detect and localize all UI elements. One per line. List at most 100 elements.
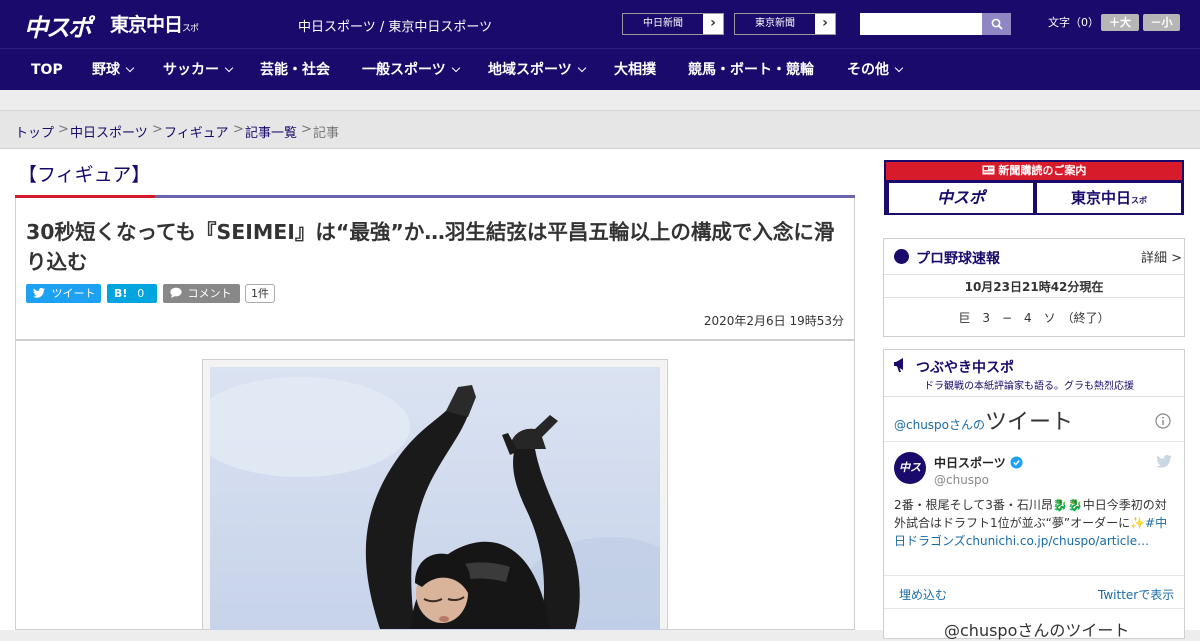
divider <box>884 396 1184 397</box>
tokyo-logo-main: 東京中日 <box>110 14 183 36</box>
avatar[interactable]: 中スポ <box>894 452 926 506</box>
baseball-icon <box>894 249 909 264</box>
chevron-down-icon <box>451 63 460 73</box>
tokyo-chunichi-logo[interactable]: 東京中日スポ <box>110 10 199 37</box>
nav-label: 野球 <box>92 62 120 78</box>
baseball-score[interactable]: 巨 3 − 4 ソ （終了） <box>884 309 1184 326</box>
subscribe-tokyo-small: スポ <box>1131 196 1147 205</box>
tweets-owner[interactable]: @chuspoさんの <box>894 418 985 432</box>
subscribe-tokyo-chunichi[interactable]: 東京中日スポ <box>1037 183 1181 213</box>
comment-count-badge[interactable]: 1件 <box>245 284 275 303</box>
chunichi-shimbun-link[interactable]: 中日新聞 › <box>622 13 724 35</box>
font-larger-button[interactable]: ＋大 <box>1101 14 1139 31</box>
breadcrumb-current: 記事 <box>313 126 340 141</box>
main-nav: TOP 野球 サッカー 芸能・社会 一般スポーツ 地域スポーツ 大相撲 競馬・ボ… <box>0 48 1200 90</box>
breadcrumb: トップ > 中日スポーツ > フィギュア > 記事一覧 > 記事 <box>0 111 1200 149</box>
nav-label: 芸能・社会 <box>260 62 330 78</box>
font-size-label: 文字（0） <box>1048 16 1099 29</box>
search-input[interactable] <box>860 13 984 35</box>
tweet-button[interactable]: ツイート <box>26 284 101 303</box>
baseball-timestamp: 10月23日21時42分現在 <box>884 274 1184 298</box>
nav-general-sports[interactable]: 一般スポーツ <box>362 49 460 91</box>
view-on-twitter-link[interactable]: Twitterで表示 <box>1098 586 1174 603</box>
tweet-author-label: 中日スポーツ <box>934 456 1006 470</box>
chevron-down-icon <box>894 63 904 73</box>
tweets-heading: @chuspoさんのツイート <box>894 404 1073 436</box>
twitter-bird-icon[interactable] <box>1156 455 1172 468</box>
nav-entertainment[interactable]: 芸能・社会 <box>260 49 330 91</box>
font-smaller-button[interactable]: －小 <box>1143 14 1180 31</box>
subscription-header-text: 新聞購読のご案内 <box>998 164 1087 177</box>
breadcrumb-article-list[interactable]: 記事一覧 <box>245 122 297 141</box>
nav-label: その他 <box>847 62 889 78</box>
nav-label: サッカー <box>163 62 219 78</box>
subscribe-chuspo[interactable]: 中スポ <box>889 183 1033 213</box>
ext-link-label: 東京新聞 <box>735 14 815 34</box>
comment-label: コメント <box>187 287 232 300</box>
chevron-down-icon <box>224 63 234 73</box>
subscription-header: 新聞購読のご案内 <box>886 162 1182 180</box>
subscribe-tokyo-main: 東京中日 <box>1070 189 1131 207</box>
search-button[interactable] <box>982 13 1011 35</box>
top-bar: 中スポ 東京中日スポ 中日スポーツ / 東京中日スポーツ 中日新聞 › 東京新聞… <box>0 0 1200 48</box>
comment-button[interactable]: コメント <box>163 284 240 303</box>
breadcrumb-separator: > <box>301 122 312 137</box>
breadcrumb-figure[interactable]: フィギュア <box>164 122 228 141</box>
chevron-right-icon: › <box>703 14 723 34</box>
hatena-icon: B! <box>114 287 128 300</box>
tweet-author-handle[interactable]: @chuspo <box>934 473 989 487</box>
skater-illustration <box>210 367 660 630</box>
tweet-author-name[interactable]: 中日スポーツ <box>934 454 1023 471</box>
chuspo-logo[interactable]: 中スポ <box>24 8 92 43</box>
tweet-link[interactable]: chunichi.co.jp/chuspo/article… <box>966 534 1149 548</box>
hatena-bookmark-button[interactable]: B! 0 <box>107 284 157 303</box>
nav-soccer[interactable]: サッカー <box>163 49 234 91</box>
chevron-right-icon: › <box>815 14 835 34</box>
site-description: 中日スポーツ / 東京中日スポーツ <box>298 20 493 35</box>
embed-link[interactable]: 埋め込む <box>899 586 947 603</box>
published-date: 2020年2月6日 19時53分 <box>703 314 844 328</box>
tweet-body: 2番・根尾そして3番・石川昂🐉🐉中日今季初の対外試合はドラフト1位が並ぶ“夢”オ… <box>894 498 1167 530</box>
chevron-down-icon <box>577 63 586 73</box>
tsubuyaki-title: つぶやき中スポ <box>916 360 1014 376</box>
category-title: 【フィギュア】 <box>18 164 151 186</box>
tweet-label: ツイート <box>51 287 96 300</box>
subscription-banner[interactable]: 新聞購読のご案内 中スポ 東京中日スポ <box>884 160 1184 215</box>
article-headline: 30秒短くなっても『SEIMEI』は“最強”か…羽生結弦は平昌五輪以上の構成で入… <box>26 220 835 274</box>
nav-baseball[interactable]: 野球 <box>92 49 135 91</box>
newspaper-icon <box>982 165 995 175</box>
divider <box>884 441 1184 442</box>
nav-racing[interactable]: 競馬・ボート・競輪 <box>688 49 814 91</box>
baseball-detail-link[interactable]: 詳細 > <box>1141 247 1182 266</box>
breadcrumb-separator: > <box>233 122 244 137</box>
divider <box>884 575 1184 576</box>
nav-other[interactable]: その他 <box>847 49 904 91</box>
tokyo-shimbun-link[interactable]: 東京新聞 › <box>734 13 836 35</box>
verified-badge-icon <box>1010 456 1023 469</box>
nav-label: 競馬・ボート・競輪 <box>688 62 814 78</box>
breadcrumb-separator: > <box>58 122 69 137</box>
tweet-text: 2番・根尾そして3番・石川昂🐉🐉中日今季初の対外試合はドラフト1位が並ぶ“夢”オ… <box>894 496 1178 550</box>
breadcrumb-top[interactable]: トップ <box>15 122 54 141</box>
nav-local-sports[interactable]: 地域スポーツ <box>488 49 586 91</box>
tsubuyaki-subtitle: ドラ観戦の本紙評論家も語る。グラも熱烈応援 <box>924 381 1134 392</box>
nav-label: 地域スポーツ <box>488 62 572 78</box>
hatena-count: 0 <box>137 287 145 300</box>
more-tweets-link[interactable]: @chuspoさんのツイート <box>944 617 1129 641</box>
megaphone-icon <box>894 358 903 372</box>
ad-strip <box>0 90 1200 111</box>
nav-sumo[interactable]: 大相撲 <box>614 49 656 91</box>
baseball-title: プロ野球速報 <box>916 251 1000 267</box>
ext-link-label: 中日新聞 <box>623 14 703 34</box>
nav-label: 大相撲 <box>614 62 656 78</box>
twitter-bird-icon <box>33 287 45 298</box>
breadcrumb-chunichi-sports[interactable]: 中日スポーツ <box>70 122 148 141</box>
article-photo[interactable] <box>210 367 660 630</box>
info-icon[interactable] <box>1155 413 1171 429</box>
tokyo-logo-small: スポ <box>182 24 199 34</box>
nav-top[interactable]: TOP <box>31 49 63 91</box>
nav-label: 一般スポーツ <box>362 62 446 78</box>
chevron-down-icon <box>125 63 135 73</box>
divider <box>884 608 1184 609</box>
search-icon <box>991 18 1003 30</box>
